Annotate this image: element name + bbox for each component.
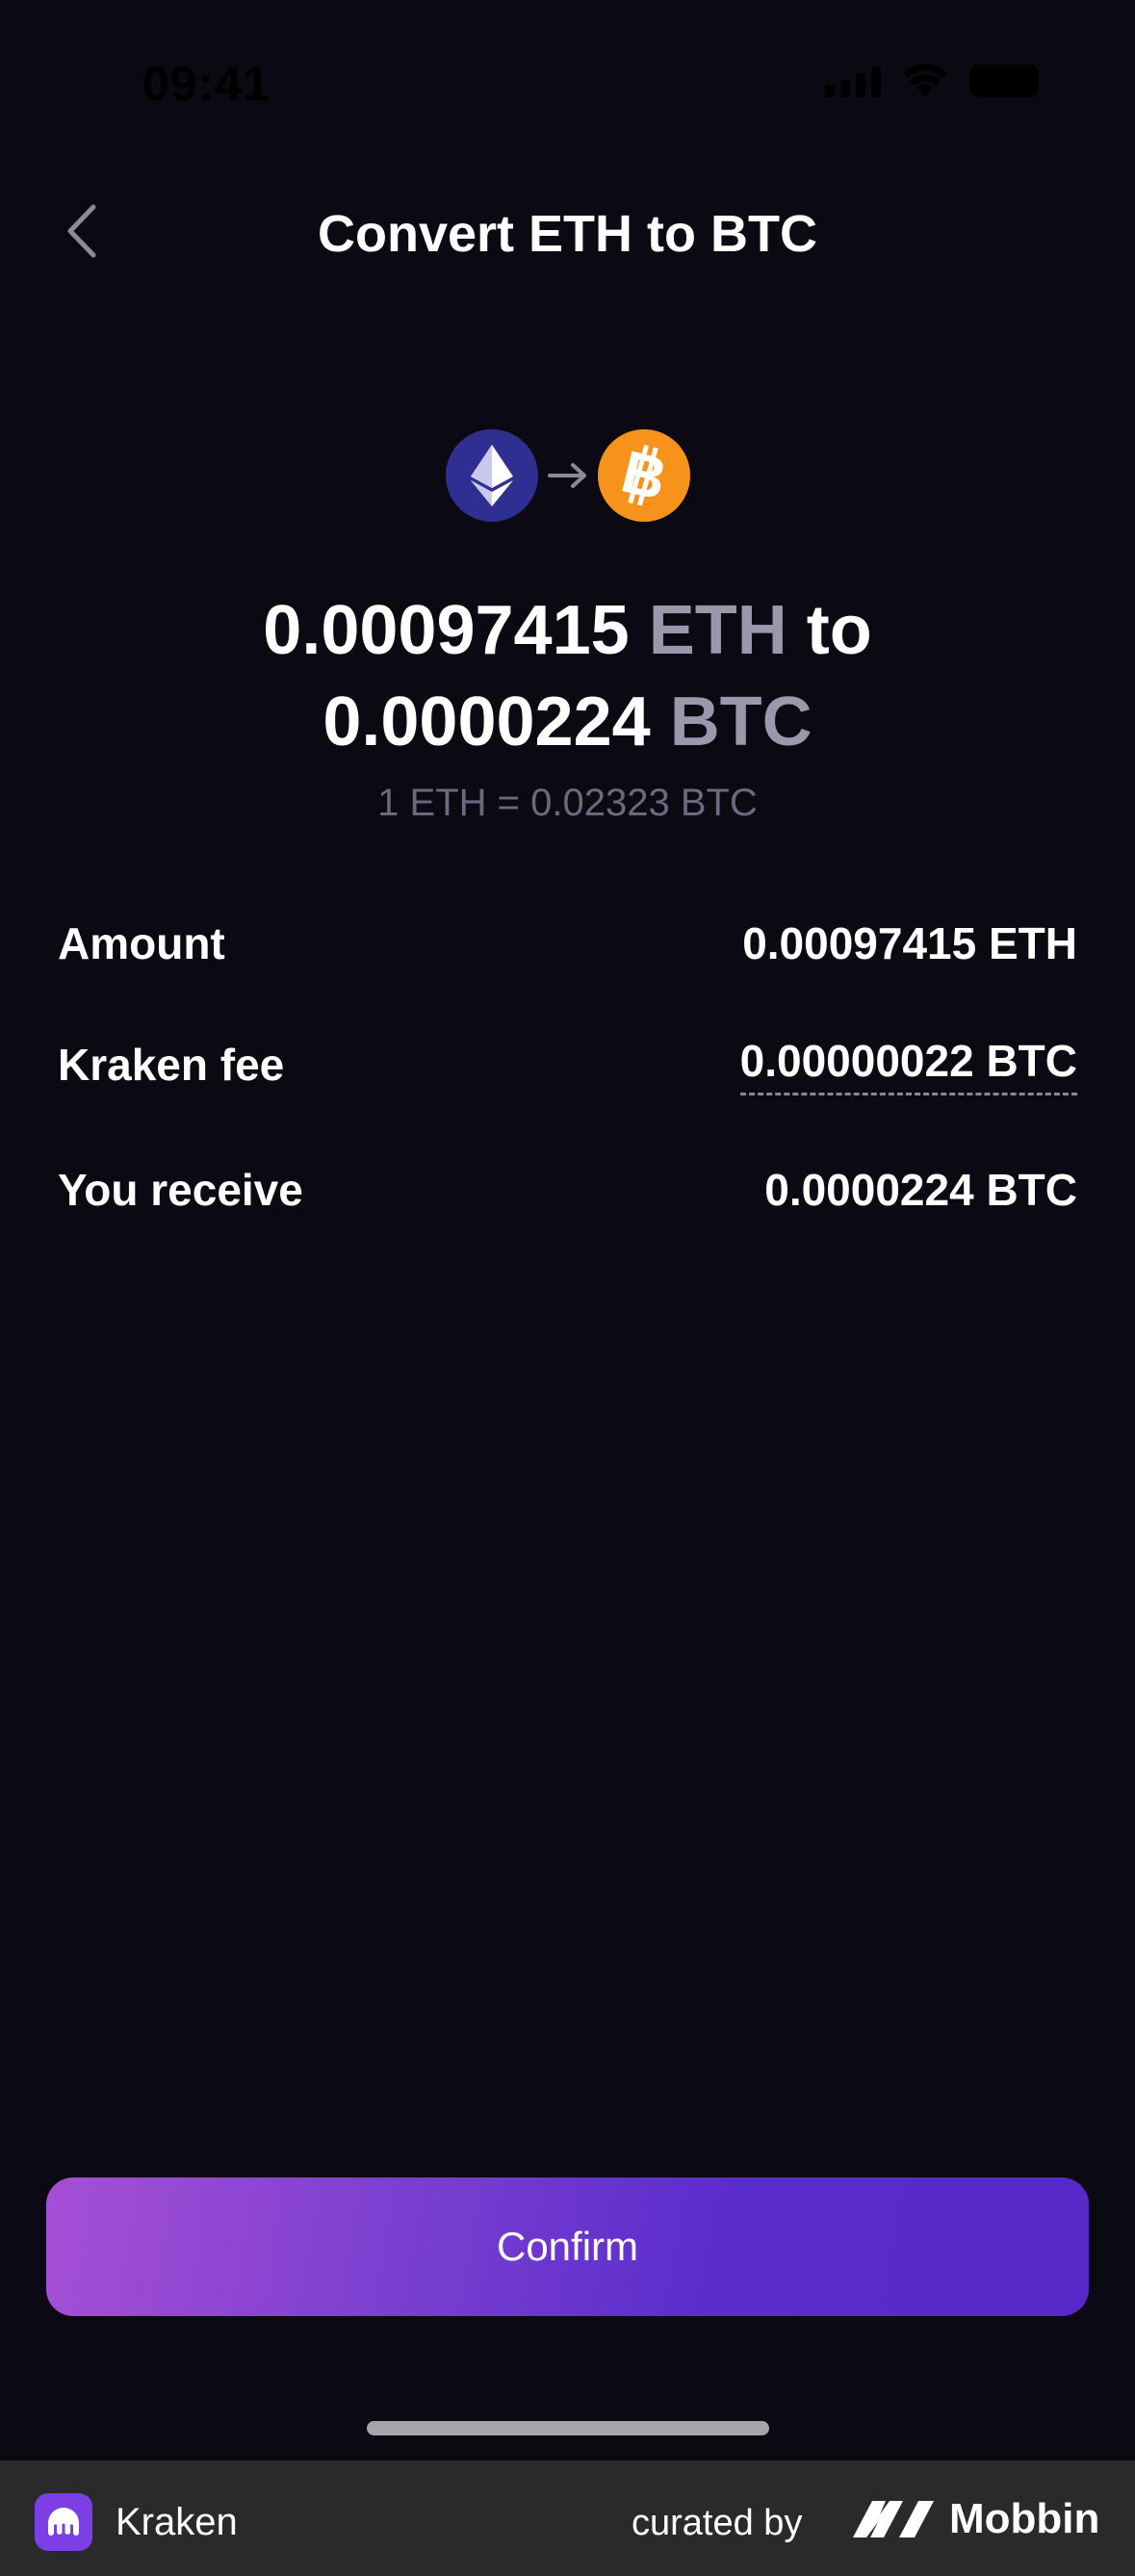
wifi-icon	[903, 64, 947, 96]
nav-bar: Convert ETH to BTC	[0, 183, 1135, 279]
conversion-pair-icons: B	[0, 429, 1135, 522]
detail-row-amount: Amount 0.00097415 ETH	[58, 914, 1077, 972]
ethereum-icon	[445, 429, 538, 522]
to-unit: BTC	[669, 683, 813, 760]
conversion-headline: 0.00097415 ETH to 0.0000224 BTC	[0, 585, 1135, 768]
detail-row-receive: You receive 0.0000224 BTC	[58, 1161, 1077, 1219]
footer-bar: Kraken curated by Mobbin	[0, 2460, 1135, 2576]
cellular-signal-icon	[825, 64, 881, 97]
mobbin-brand-text: Mobbin	[949, 2495, 1100, 2542]
connector-text: to	[806, 592, 872, 669]
status-icons	[825, 64, 1039, 98]
status-bar: 09:41	[0, 0, 1135, 164]
detail-label: You receive	[58, 1165, 303, 1215]
fee-info-link[interactable]: 0.00000022 BTC	[739, 1035, 1077, 1095]
detail-value: 0.0000224 BTC	[764, 1165, 1077, 1215]
exchange-rate: 1 ETH = 0.02323 BTC	[377, 782, 758, 824]
detail-row-fee: Kraken fee 0.00000022 BTC	[58, 1035, 1077, 1095]
detail-value: 0.00097415 ETH	[742, 918, 1077, 968]
bitcoin-icon: B	[597, 429, 690, 522]
battery-icon	[969, 64, 1039, 97]
kraken-logo-icon	[35, 2493, 92, 2551]
mobbin-logo-icon	[853, 2501, 934, 2537]
mobbin-logo: Mobbin	[851, 2495, 1099, 2543]
from-amount: 0.00097415	[263, 592, 630, 669]
from-unit: ETH	[648, 592, 787, 669]
curated-by-text: curated by	[632, 2503, 803, 2543]
arrow-right-icon	[547, 461, 588, 490]
headline-line-1: 0.00097415 ETH to	[0, 585, 1135, 677]
to-amount: 0.0000224	[322, 683, 651, 760]
page-title: Convert ETH to BTC	[318, 205, 817, 263]
confirm-button[interactable]: Confirm	[46, 2177, 1089, 2316]
headline-line-2: 0.0000224 BTC	[0, 677, 1135, 768]
status-time: 09:41	[142, 57, 271, 111]
detail-label: Kraken fee	[58, 1040, 285, 1090]
footer-app-name: Kraken	[116, 2501, 238, 2543]
detail-label: Amount	[58, 918, 225, 968]
home-indicator	[367, 2421, 769, 2435]
